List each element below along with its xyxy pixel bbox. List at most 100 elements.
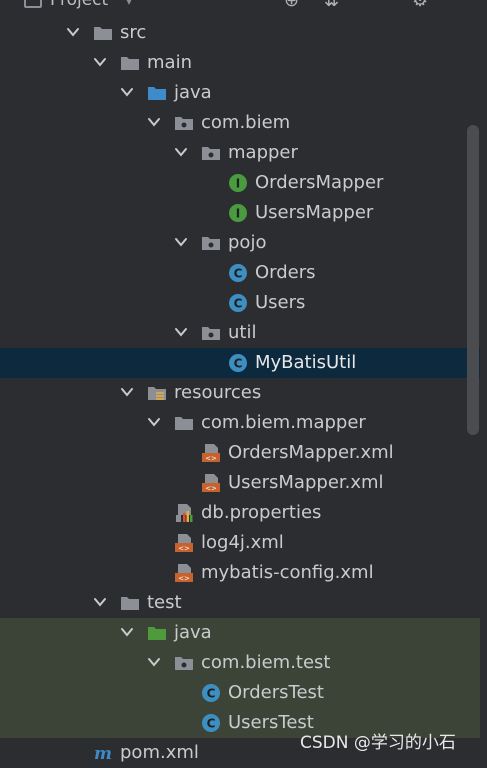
svg-text:<>: <> <box>178 545 190 553</box>
tree-node-label: pojo <box>228 232 267 253</box>
chevron-down-icon[interactable] <box>120 624 134 638</box>
svg-text:I: I <box>236 177 240 191</box>
chevron-down-icon[interactable] <box>93 54 107 68</box>
svg-text:C: C <box>207 717 216 731</box>
tree-node-label: log4j.xml <box>201 532 284 553</box>
svg-text:<>: <> <box>205 485 217 493</box>
tree-node-java[interactable]: java <box>0 78 480 108</box>
tree-node-usersmapper-xml[interactable]: <> UsersMapper.xml <box>0 468 480 498</box>
tree-node-label: OrdersTest <box>228 682 324 703</box>
tree-node-label: com.biem <box>201 112 291 133</box>
tree-node-resources[interactable]: resources <box>0 378 480 408</box>
tree-node-users[interactable]: C Users <box>0 288 480 318</box>
tree-node-orders[interactable]: C Orders <box>0 258 480 288</box>
collapse-all-icon[interactable]: ⇊ <box>324 0 339 11</box>
folder-icon <box>174 413 194 433</box>
tree-node-util[interactable]: util <box>0 318 480 348</box>
tree-node-mybatisutil[interactable]: C MyBatisUtil <box>0 348 480 378</box>
class-icon: C <box>201 713 221 733</box>
tree-node-label: pom.xml <box>120 742 199 763</box>
project-toolbar: Project ▾ ⊕ ⇊ ⌃ ⚙ <box>0 0 487 16</box>
chevron-down-icon[interactable] <box>147 414 161 428</box>
tree-node-com-biem-mapper[interactable]: com.biem.mapper <box>0 408 480 438</box>
tree-node-label: java <box>174 622 212 643</box>
gear-icon[interactable]: ⚙ <box>412 0 428 11</box>
tree-node-mybatis-config-xml[interactable]: <> mybatis-config.xml <box>0 558 480 588</box>
tree-node-label: OrdersMapper <box>255 172 384 193</box>
tree-node-pojo[interactable]: pojo <box>0 228 480 258</box>
properties-file-icon <box>174 503 194 523</box>
folder-icon <box>120 53 140 73</box>
chevron-down-icon[interactable] <box>147 654 161 668</box>
tree-node-label: com.biem.test <box>201 652 331 673</box>
tree-node-log4j-xml[interactable]: <> log4j.xml <box>0 528 480 558</box>
tree-node-label: com.biem.mapper <box>201 412 366 433</box>
package-icon <box>174 113 194 133</box>
tree-node-usersmapper[interactable]: I UsersMapper <box>0 198 480 228</box>
package-icon <box>201 323 221 343</box>
xml-file-icon: <> <box>174 533 194 553</box>
tree-node-label: main <box>147 52 192 73</box>
chevron-up-icon[interactable]: ⌃ <box>364 0 379 11</box>
chevron-down-icon[interactable] <box>174 324 188 338</box>
tree-node-label: OrdersMapper.xml <box>228 442 394 463</box>
xml-file-icon: <> <box>174 563 194 583</box>
tree-node-label: UsersMapper.xml <box>228 472 384 493</box>
chevron-down-icon[interactable] <box>174 234 188 248</box>
chevron-down-icon[interactable]: ▾ <box>126 0 132 8</box>
chevron-down-icon[interactable] <box>93 594 107 608</box>
class-icon: C <box>201 683 221 703</box>
svg-text:<>: <> <box>178 575 190 583</box>
tree-node-com-biem-test[interactable]: com.biem.test <box>0 648 480 678</box>
tree-node-label: mybatis-config.xml <box>201 562 374 583</box>
tree-node-ordersmapper[interactable]: I OrdersMapper <box>0 168 480 198</box>
tree-node-label: MyBatisUtil <box>255 352 357 373</box>
chevron-down-icon[interactable] <box>66 24 80 38</box>
svg-text:I: I <box>236 207 240 221</box>
tree-node-main[interactable]: main <box>0 48 480 78</box>
xml-file-icon: <> <box>201 443 221 463</box>
chevron-down-icon[interactable] <box>120 84 134 98</box>
tree-node-mapper[interactable]: mapper <box>0 138 480 168</box>
tree-node-db-properties[interactable]: db.properties <box>0 498 480 528</box>
svg-text:C: C <box>234 357 243 371</box>
interface-icon: I <box>228 203 248 223</box>
project-view-title[interactable]: Project <box>50 0 108 10</box>
vertical-scrollbar[interactable] <box>467 125 479 435</box>
test-source-folder-icon <box>147 623 167 643</box>
interface-icon: I <box>228 173 248 193</box>
tree-node-label: java <box>174 82 212 103</box>
svg-text:C: C <box>234 297 243 311</box>
tree-node-label: test <box>147 592 182 613</box>
svg-text:C: C <box>207 687 216 701</box>
tree-node-label: Orders <box>255 262 316 283</box>
tree-node-test[interactable]: test <box>0 588 480 618</box>
project-view-icon <box>24 0 42 8</box>
chevron-down-icon[interactable] <box>120 384 134 398</box>
tree-node-label: db.properties <box>201 502 322 523</box>
target-icon[interactable]: ⊕ <box>284 0 299 11</box>
tree-node-label: Users <box>255 292 306 313</box>
package-icon <box>174 653 194 673</box>
tree-node-java[interactable]: java <box>0 618 480 648</box>
folder-icon <box>120 593 140 613</box>
svg-text:<>: <> <box>205 455 217 463</box>
folder-icon <box>93 23 113 43</box>
project-tree: src main java com.biem mapper I OrdersMapper I U… <box>0 18 487 764</box>
resources-folder-icon <box>147 383 167 403</box>
chevron-down-icon[interactable] <box>147 114 161 128</box>
tree-node-label: src <box>120 22 147 43</box>
svg-text:C: C <box>234 267 243 281</box>
class-icon: C <box>228 263 248 283</box>
tree-node-label: resources <box>174 382 262 403</box>
chevron-down-icon[interactable] <box>174 144 188 158</box>
tree-node-ordersmapper-xml[interactable]: <> OrdersMapper.xml <box>0 438 480 468</box>
class-icon: C <box>228 293 248 313</box>
tree-node-label: util <box>228 322 257 343</box>
class-icon: C <box>228 353 248 373</box>
package-icon <box>201 143 221 163</box>
tree-node-src[interactable]: src <box>0 18 480 48</box>
tree-node-orderstest[interactable]: C OrdersTest <box>0 678 480 708</box>
tree-node-com-biem[interactable]: com.biem <box>0 108 480 138</box>
watermark: CSDN @学习的小石 <box>300 733 456 753</box>
